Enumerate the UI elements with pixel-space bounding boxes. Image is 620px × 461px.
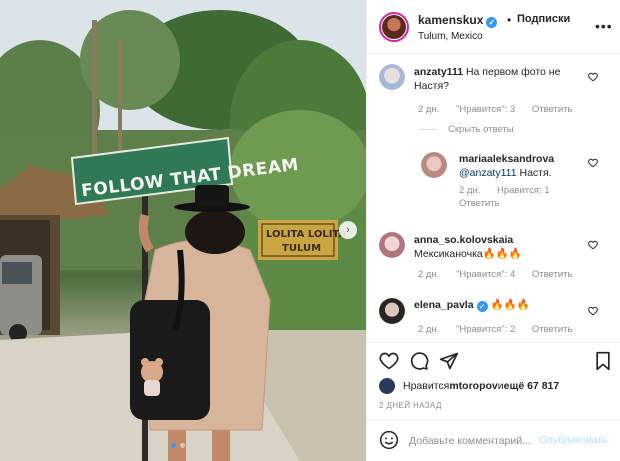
instagram-post-modal: LOLITA LOLITA TULUM FOLLOW THAT DREAM › … <box>0 0 620 461</box>
comment-username[interactable]: anna_so.kolovskaia <box>414 234 513 246</box>
comment-body: anna_so.kolovskaia Мексиканочка🔥🔥🔥 <box>414 233 584 261</box>
comment-item: anzaty111 На первом фото не Настя? 2 дн.… <box>367 60 620 120</box>
comment-reply-button[interactable]: Ответить <box>532 104 573 115</box>
comment-body: mariaaleksandrova @anzaty111 Настя. <box>459 152 589 180</box>
comment-likes-count[interactable]: "Нравится": 2 <box>456 324 515 335</box>
comment-time[interactable]: 2 дн. <box>418 104 439 115</box>
comment-text: 🔥🔥🔥 <box>490 299 530 311</box>
post-header: kamenskux ✓ • Подписки Tulum, Mexico ••• <box>367 0 620 54</box>
comment-username[interactable]: mariaaleksandrova <box>459 153 554 165</box>
comments-list[interactable]: anzaty111 На первом фото не Настя? 2 дн.… <box>367 54 620 342</box>
commenter-avatar[interactable] <box>421 152 447 178</box>
bookmark-icon[interactable] <box>593 351 613 371</box>
comment-reply-button[interactable]: Ответить <box>532 269 573 280</box>
carousel-indicator <box>171 443 185 448</box>
post-actions-bar <box>367 342 620 378</box>
likes-prefix: Нравится <box>403 380 450 392</box>
liker-username[interactable]: mtoropov <box>449 380 497 392</box>
comment-time[interactable]: 2 дн. <box>459 185 480 196</box>
comment-like-heart-icon[interactable] <box>588 158 598 168</box>
header-separator: • <box>507 13 512 27</box>
comment-likes-count[interactable]: "Нравится": 3 <box>456 104 515 115</box>
svg-text:TULUM: TULUM <box>282 243 321 254</box>
comment-like-heart-icon[interactable] <box>588 306 598 316</box>
comment-meta: 2 дн. "Нравится": 3 Ответить <box>418 104 586 115</box>
more-options-icon[interactable]: ••• <box>595 18 613 34</box>
author-username-text[interactable]: kamenskux <box>418 13 483 27</box>
following-button[interactable]: Подписки <box>517 13 570 25</box>
hide-replies-button[interactable]: Скрыть ответы <box>418 124 514 135</box>
verified-icon: ✓ <box>476 301 488 312</box>
hide-replies-line <box>418 129 438 130</box>
add-comment-bar: Опубликовать <box>367 419 620 461</box>
comment-time[interactable]: 2 дн. <box>418 269 439 280</box>
comment-likes-count[interactable]: Нравится: 1 <box>497 185 549 196</box>
author-avatar[interactable] <box>379 12 409 42</box>
comment-icon[interactable] <box>409 351 429 371</box>
svg-text:LOLITA LOLITA: LOLITA LOLITA <box>266 229 347 240</box>
author-username[interactable]: kamenskux ✓ <box>418 13 498 28</box>
verified-icon: ✓ <box>486 17 498 28</box>
next-photo-chevron-right-icon[interactable]: › <box>339 221 357 239</box>
comment-mention[interactable]: @anzaty111 <box>459 167 517 179</box>
hide-replies-label[interactable]: Скрыть ответы <box>448 124 514 135</box>
carousel-dot-active <box>171 443 176 448</box>
emoji-icon[interactable] <box>379 430 399 450</box>
likes-summary: Нравится mtoropov и ещё 67 817 <box>379 378 559 394</box>
comment-username[interactable]: elena_pavla <box>414 299 474 311</box>
publish-button[interactable]: Опубликовать <box>539 434 608 446</box>
post-side-panel: kamenskux ✓ • Подписки Tulum, Mexico ••• … <box>366 0 620 461</box>
comment-text: Настя. <box>516 167 552 179</box>
comment-meta: 2 дн. "Нравится": 2 Ответить <box>418 324 586 335</box>
share-icon[interactable] <box>439 351 459 371</box>
commenter-avatar[interactable] <box>379 64 405 90</box>
comment-meta: 2 дн. "Нравится": 4 Ответить <box>418 269 586 280</box>
comment-text: Мексиканочка🔥🔥🔥 <box>414 248 522 260</box>
comment-username[interactable]: anzaty111 <box>414 66 463 78</box>
comment-body: elena_pavla ✓ 🔥🔥🔥 <box>414 298 584 312</box>
like-heart-icon[interactable] <box>379 351 399 371</box>
comment-reply-button[interactable]: Ответить <box>532 324 573 335</box>
comment-body: anzaty111 На первом фото не Настя? <box>414 65 584 93</box>
comment-input[interactable] <box>409 432 539 450</box>
likes-count-link[interactable]: ещё 67 817 <box>504 380 560 392</box>
comment-time[interactable]: 2 дн. <box>418 324 439 335</box>
liker-avatar[interactable] <box>379 378 395 394</box>
commenter-avatar[interactable] <box>379 298 405 324</box>
post-photo[interactable]: LOLITA LOLITA TULUM FOLLOW THAT DREAM › <box>0 0 366 461</box>
comment-meta: 2 дн. Нравится: 1 Ответить <box>459 184 599 210</box>
comment-likes-count[interactable]: "Нравится": 4 <box>456 269 515 280</box>
photo-illustration: LOLITA LOLITA TULUM FOLLOW THAT DREAM <box>0 0 366 461</box>
post-date[interactable]: 2 ДНЕЙ НАЗАД <box>379 401 442 410</box>
comment-item: anna_so.kolovskaia Мексиканочка🔥🔥🔥 2 дн.… <box>367 228 620 284</box>
comment-like-heart-icon[interactable] <box>588 72 598 82</box>
comment-reply-item: mariaaleksandrova @anzaty111 Настя. 2 дн… <box>367 148 620 214</box>
comment-item: elena_pavla ✓ 🔥🔥🔥 2 дн. "Нравится": 2 Отв… <box>367 292 620 342</box>
carousel-dot <box>180 443 185 448</box>
comment-reply-button[interactable]: Ответить <box>459 198 500 209</box>
post-location[interactable]: Tulum, Mexico <box>418 31 483 42</box>
commenter-avatar[interactable] <box>379 232 405 258</box>
comment-like-heart-icon[interactable] <box>588 240 598 250</box>
